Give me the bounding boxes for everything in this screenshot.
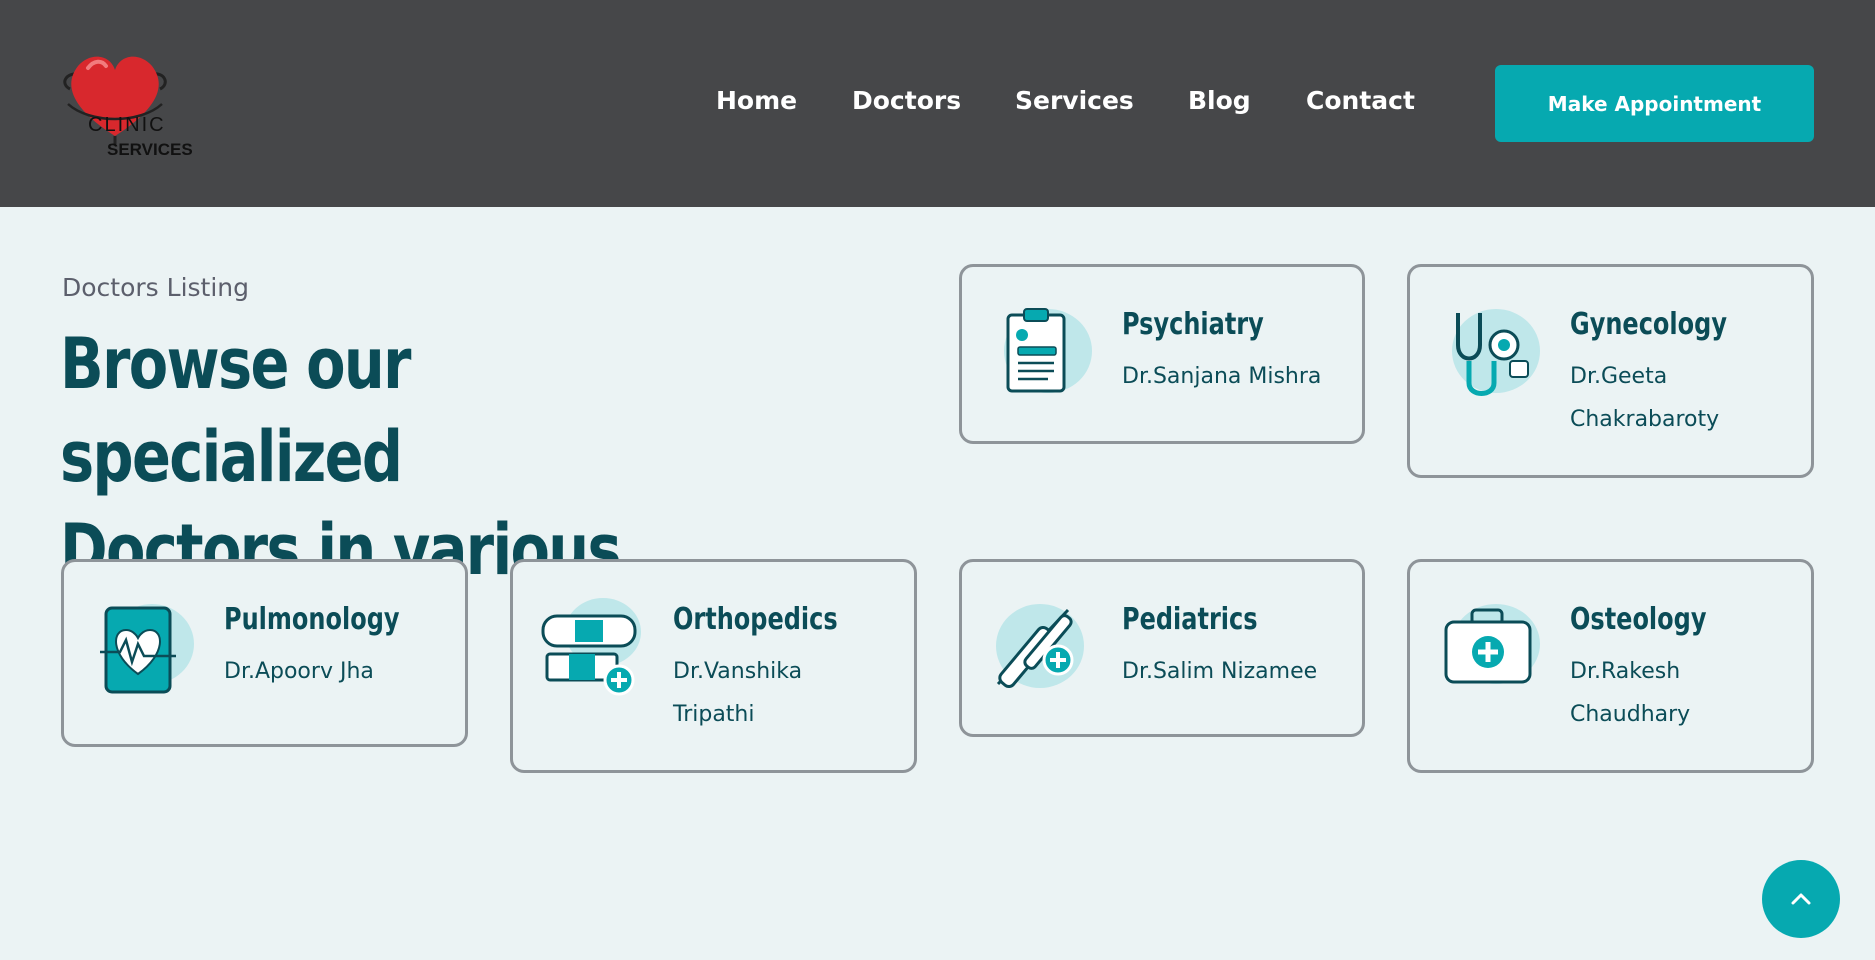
card-doctor: Dr.Sanjana Mishra: [1122, 364, 1322, 389]
bandage-icon: [541, 598, 641, 696]
specialty-card-pediatrics[interactable]: Pediatrics Dr.Salim Nizamee: [959, 559, 1365, 737]
make-appointment-button[interactable]: Make Appointment: [1495, 65, 1814, 142]
logo-text-clinic: CLINIC: [88, 114, 166, 136]
stethoscope-icon: [1452, 309, 1540, 396]
section-eyebrow: Doctors Listing: [62, 273, 249, 302]
card-specialty: Psychiatry: [1122, 307, 1264, 342]
card-doctor: Dr.Geeta Chakrabaroty: [1570, 364, 1720, 432]
card-specialty: Osteology: [1570, 602, 1707, 637]
first-aid-kit-icon: [1444, 604, 1540, 684]
clipboard-icon: [1004, 308, 1092, 393]
card-doctor: Dr.Rakesh Chaudhary: [1570, 659, 1691, 727]
card-specialty: Orthopedics: [673, 602, 838, 637]
scroll-to-top-button[interactable]: [1762, 860, 1840, 938]
nav-contact[interactable]: Contact: [1306, 86, 1415, 115]
heading-line-1: Browse our specialized: [60, 323, 411, 498]
card-doctor: Dr.Apoorv Jha: [224, 659, 374, 684]
nav-blog[interactable]: Blog: [1188, 86, 1251, 115]
specialty-card-pulmonology[interactable]: Pulmonology Dr.Apoorv Jha: [61, 559, 468, 747]
card-doctor: Dr.Salim Nizamee: [1122, 659, 1318, 684]
specialty-card-gynecology[interactable]: Gynecology Dr.Geeta Chakrabaroty: [1407, 264, 1814, 478]
nav-home[interactable]: Home: [716, 86, 797, 115]
chevron-up-icon: [1791, 893, 1811, 905]
specialty-card-psychiatry[interactable]: Psychiatry Dr.Sanjana Mishra: [959, 264, 1365, 444]
card-specialty: Pulmonology: [224, 602, 400, 637]
nav-services[interactable]: Services: [1015, 86, 1134, 115]
nav-doctors[interactable]: Doctors: [852, 86, 961, 115]
specialty-card-orthopedics[interactable]: Orthopedics Dr.Vanshika Tripathi: [510, 559, 917, 773]
logo-text-services: SERVICES: [107, 140, 193, 159]
card-doctor: Dr.Vanshika Tripathi: [673, 659, 803, 727]
syringe-icon: [996, 604, 1084, 689]
specialty-card-osteology[interactable]: Osteology Dr.Rakesh Chaudhary: [1407, 559, 1814, 773]
card-specialty: Gynecology: [1570, 307, 1727, 342]
site-header: CLINIC SERVICES Home Doctors Services Bl…: [0, 0, 1875, 207]
card-specialty: Pediatrics: [1122, 602, 1258, 637]
heart-monitor-icon: [100, 604, 194, 694]
